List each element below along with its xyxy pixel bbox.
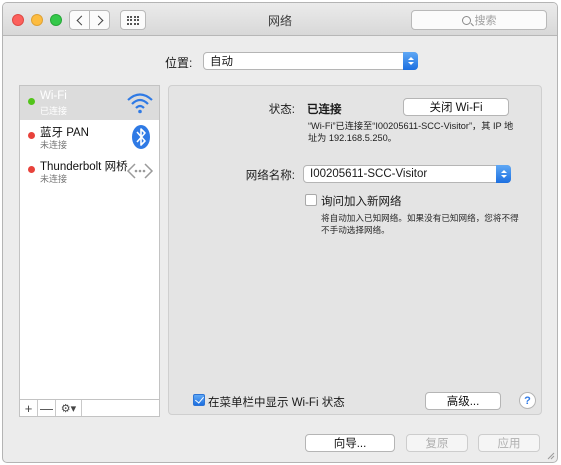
- title-bar: 网络 搜索: [3, 3, 557, 36]
- status-dot-connected: [28, 98, 35, 105]
- thunderbolt-bridge-icon: [126, 163, 154, 179]
- service-list: Wi-Fi 已连接 蓝牙 PAN 未连接 Thunderbolt 网桥 未连接: [19, 85, 160, 400]
- wifi-detail-panel: 状态: 已连接 关闭 Wi-Fi “Wi-Fi”已连接至“I00205611-S…: [168, 85, 542, 415]
- service-status: 未连接: [40, 140, 68, 150]
- turn-off-wifi-button[interactable]: 关闭 Wi-Fi: [403, 98, 509, 116]
- status-label: 状态:: [268, 104, 295, 116]
- network-name-label: 网络名称:: [245, 170, 295, 182]
- status-value: 已连接: [307, 104, 342, 116]
- search-icon: [461, 15, 471, 25]
- service-name: Wi-Fi: [40, 90, 67, 102]
- network-preferences-window: 网络 搜索 位置: 自动 Wi-Fi 已连接 蓝牙 PAN 未连接 Thunde…: [2, 2, 558, 463]
- ask-join-checkbox[interactable]: [305, 194, 317, 206]
- status-description: “Wi-Fi”已连接至“I00205611-SCC-Visitor”，其 IP …: [308, 121, 514, 143]
- show-menubar-label: 在菜单栏中显示 Wi-Fi 状态: [208, 397, 345, 409]
- resize-grip-icon[interactable]: [547, 452, 555, 460]
- ask-join-label: 询问加入新网络: [321, 196, 402, 208]
- location-label: 位置:: [165, 56, 193, 70]
- service-list-controls: + — ⚙▾: [19, 400, 160, 417]
- help-button[interactable]: ?: [519, 392, 536, 409]
- wifi-icon: [127, 93, 153, 114]
- add-service-button[interactable]: +: [20, 400, 38, 416]
- service-status: 已连接: [40, 106, 68, 116]
- ask-join-description: 将自动加入已知网络。如果没有已知网络，您将不得不手动选择网络。: [321, 213, 519, 235]
- advanced-button[interactable]: 高级...: [425, 392, 501, 410]
- bluetooth-icon: [132, 125, 150, 149]
- remove-service-button[interactable]: —: [38, 400, 56, 416]
- service-item-bluetooth-pan[interactable]: 蓝牙 PAN 未连接: [20, 120, 159, 154]
- search-placeholder: 搜索: [474, 15, 497, 27]
- status-dot-disconnected: [28, 132, 35, 139]
- show-menubar-checkbox[interactable]: [193, 394, 205, 406]
- status-dot-disconnected: [28, 166, 35, 173]
- network-name-value: I00205611-SCC-Visitor: [310, 168, 428, 180]
- service-item-wifi[interactable]: Wi-Fi 已连接: [20, 86, 159, 120]
- search-input[interactable]: 搜索: [411, 10, 547, 30]
- gear-menu-button[interactable]: ⚙▾: [56, 400, 82, 416]
- service-item-thunderbolt-bridge[interactable]: Thunderbolt 网桥 未连接: [20, 154, 159, 188]
- network-name-popup[interactable]: I00205611-SCC-Visitor: [303, 165, 511, 183]
- service-status: 未连接: [40, 174, 68, 184]
- popup-stepper-icon: [496, 165, 511, 183]
- revert-button[interactable]: 复原: [406, 434, 468, 452]
- apply-button[interactable]: 应用: [478, 434, 540, 452]
- location-popup[interactable]: 自动: [203, 52, 418, 70]
- popup-stepper-icon: [403, 52, 418, 70]
- location-value: 自动: [210, 56, 233, 68]
- assist-me-button[interactable]: 向导...: [305, 434, 395, 452]
